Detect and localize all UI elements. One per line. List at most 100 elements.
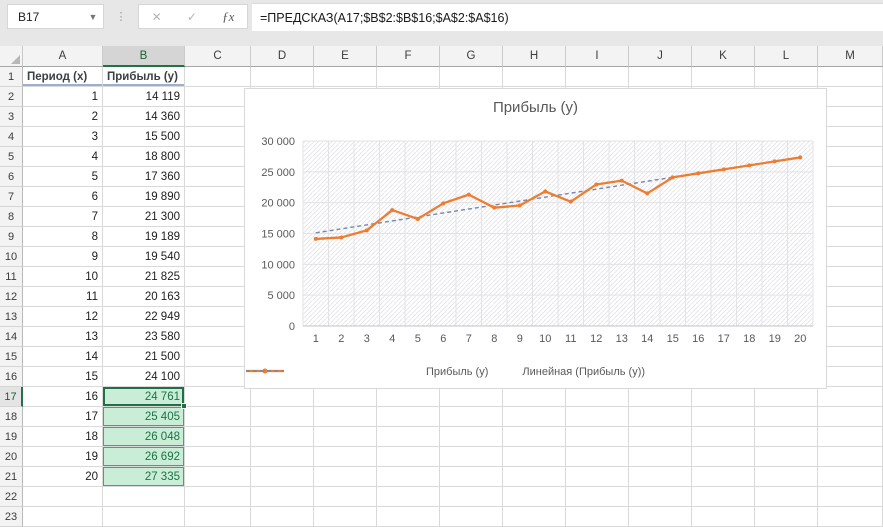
cell-K22[interactable]	[692, 487, 755, 507]
cell-F18[interactable]	[377, 407, 440, 427]
cell-F1[interactable]	[377, 67, 440, 87]
cell-K19[interactable]	[692, 427, 755, 447]
row-header-8[interactable]: 8	[0, 207, 23, 227]
row-header-1[interactable]: 1	[0, 67, 23, 87]
row-header-16[interactable]: 16	[0, 367, 23, 387]
cell-H17[interactable]	[503, 387, 566, 407]
cell-G22[interactable]	[440, 487, 503, 507]
cell-E20[interactable]	[314, 447, 377, 467]
cell-I20[interactable]	[566, 447, 629, 467]
cell-F20[interactable]	[377, 447, 440, 467]
column-header-C[interactable]: C	[185, 46, 251, 67]
cell-C20[interactable]	[185, 447, 251, 467]
cell-D22[interactable]	[251, 487, 314, 507]
cell-G23[interactable]	[440, 507, 503, 527]
cell-C8[interactable]	[185, 207, 251, 227]
cell-B20[interactable]: 26 692	[103, 447, 185, 467]
cell-A6[interactable]: 5	[23, 167, 103, 187]
row-header-4[interactable]: 4	[0, 127, 23, 147]
cell-G19[interactable]	[440, 427, 503, 447]
column-header-L[interactable]: L	[755, 46, 818, 67]
cell-K21[interactable]	[692, 467, 755, 487]
cell-L18[interactable]	[755, 407, 818, 427]
cell-G20[interactable]	[440, 447, 503, 467]
cell-C15[interactable]	[185, 347, 251, 367]
cell-F22[interactable]	[377, 487, 440, 507]
cell-A10[interactable]: 9	[23, 247, 103, 267]
row-header-17[interactable]: 17	[0, 387, 23, 407]
cell-B6[interactable]: 17 360	[103, 167, 185, 187]
column-header-A[interactable]: A	[23, 46, 103, 67]
cell-J19[interactable]	[629, 427, 692, 447]
cell-H21[interactable]	[503, 467, 566, 487]
cell-B22[interactable]	[103, 487, 185, 507]
cell-A15[interactable]: 14	[23, 347, 103, 367]
cell-A5[interactable]: 4	[23, 147, 103, 167]
column-header-K[interactable]: K	[692, 46, 755, 67]
cell-B12[interactable]: 20 163	[103, 287, 185, 307]
cell-A23[interactable]	[23, 507, 103, 527]
row-header-21[interactable]: 21	[0, 467, 23, 487]
insert-function-icon[interactable]: ƒx	[222, 9, 234, 25]
column-header-H[interactable]: H	[503, 46, 566, 67]
cell-E19[interactable]	[314, 427, 377, 447]
cell-G21[interactable]	[440, 467, 503, 487]
cell-A16[interactable]: 15	[23, 367, 103, 387]
cell-A20[interactable]: 19	[23, 447, 103, 467]
cell-F21[interactable]	[377, 467, 440, 487]
cell-B1[interactable]: Прибыль (y)	[103, 67, 185, 87]
row-header-11[interactable]: 11	[0, 267, 23, 287]
cell-B23[interactable]	[103, 507, 185, 527]
column-header-J[interactable]: J	[629, 46, 692, 67]
column-header-E[interactable]: E	[314, 46, 377, 67]
cell-M17[interactable]	[818, 387, 883, 407]
row-header-3[interactable]: 3	[0, 107, 23, 127]
cell-C5[interactable]	[185, 147, 251, 167]
cell-C17[interactable]	[185, 387, 251, 407]
cell-J21[interactable]	[629, 467, 692, 487]
row-header-7[interactable]: 7	[0, 187, 23, 207]
cell-B18[interactable]: 25 405	[103, 407, 185, 427]
cell-L17[interactable]	[755, 387, 818, 407]
column-header-G[interactable]: G	[440, 46, 503, 67]
cell-I1[interactable]	[566, 67, 629, 87]
cell-I19[interactable]	[566, 427, 629, 447]
cell-C14[interactable]	[185, 327, 251, 347]
cell-A14[interactable]: 13	[23, 327, 103, 347]
cell-L23[interactable]	[755, 507, 818, 527]
cell-F19[interactable]	[377, 427, 440, 447]
cell-H20[interactable]	[503, 447, 566, 467]
row-header-18[interactable]: 18	[0, 407, 23, 427]
cell-J23[interactable]	[629, 507, 692, 527]
cell-A4[interactable]: 3	[23, 127, 103, 147]
cell-E21[interactable]	[314, 467, 377, 487]
cell-B9[interactable]: 19 189	[103, 227, 185, 247]
row-header-15[interactable]: 15	[0, 347, 23, 367]
cell-A3[interactable]: 2	[23, 107, 103, 127]
cell-J1[interactable]	[629, 67, 692, 87]
cell-L21[interactable]	[755, 467, 818, 487]
cell-B16[interactable]: 24 100	[103, 367, 185, 387]
cell-E17[interactable]	[314, 387, 377, 407]
cell-F17[interactable]	[377, 387, 440, 407]
cell-F23[interactable]	[377, 507, 440, 527]
cell-A1[interactable]: Период (x)	[23, 67, 103, 87]
cell-C19[interactable]	[185, 427, 251, 447]
column-header-D[interactable]: D	[251, 46, 314, 67]
cell-I23[interactable]	[566, 507, 629, 527]
cell-C7[interactable]	[185, 187, 251, 207]
cell-J17[interactable]	[629, 387, 692, 407]
cell-M18[interactable]	[818, 407, 883, 427]
fill-handle[interactable]	[181, 403, 187, 409]
cell-B21[interactable]: 27 335	[103, 467, 185, 487]
cell-C21[interactable]	[185, 467, 251, 487]
cell-E1[interactable]	[314, 67, 377, 87]
cell-I17[interactable]	[566, 387, 629, 407]
cell-C23[interactable]	[185, 507, 251, 527]
cell-E18[interactable]	[314, 407, 377, 427]
row-header-13[interactable]: 13	[0, 307, 23, 327]
row-header-10[interactable]: 10	[0, 247, 23, 267]
cancel-entry-icon[interactable]: ✕	[152, 10, 162, 24]
cell-D17[interactable]	[251, 387, 314, 407]
cell-C16[interactable]	[185, 367, 251, 387]
